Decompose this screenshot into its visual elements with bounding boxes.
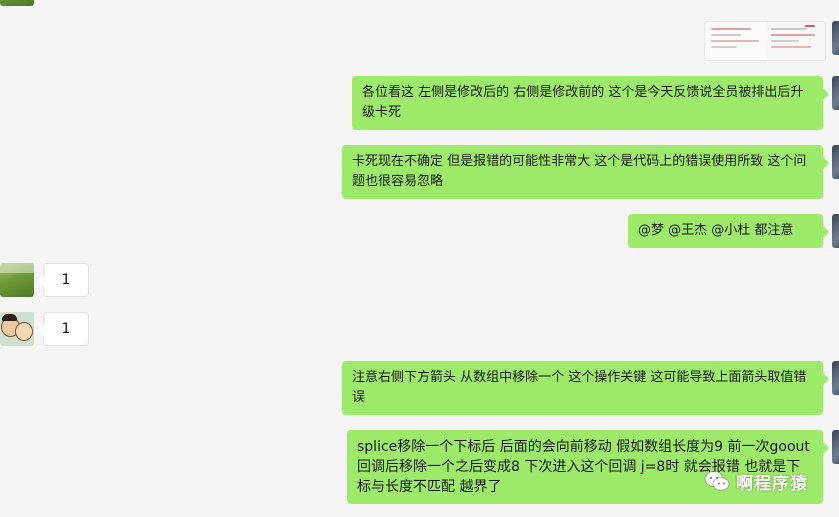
message-bubble[interactable]: 卡死现在不确定 但是报错的可能性非常大 这个是代码上的错误使用所致 这个问题也很… xyxy=(342,145,829,199)
wechat-icon xyxy=(704,471,730,491)
watermark-label: 啊程序猿 xyxy=(736,473,808,494)
avatar[interactable] xyxy=(0,0,34,6)
message-bubble[interactable]: 1 xyxy=(38,263,89,297)
avatar[interactable] xyxy=(832,21,839,55)
message-bubble[interactable]: 各位看这 左侧是修改后的 右侧是修改前的 这个是今天反馈说全员被排出后升级卡死 xyxy=(352,76,829,130)
message-text: 注意右侧下方箭头 从数组中移除一个 这个操作关键 这可能导致上面箭头取值错误 xyxy=(352,370,807,405)
avatar-hair xyxy=(2,314,17,321)
avatar-face xyxy=(15,322,33,341)
message-bubble[interactable]: 1 xyxy=(38,312,89,346)
avatar[interactable] xyxy=(832,430,839,464)
avatar[interactable] xyxy=(832,361,839,395)
message-bubble[interactable]: 注意右侧下方箭头 从数组中移除一个 这个操作关键 这可能导致上面箭头取值错误 xyxy=(342,361,829,415)
avatar[interactable] xyxy=(832,145,839,179)
avatar[interactable] xyxy=(0,263,34,297)
message-text: @梦 @王杰 @小杜 都注意 xyxy=(638,223,794,238)
message-text: 卡死现在不确定 但是报错的可能性非常大 这个是代码上的错误使用所致 这个问题也很… xyxy=(352,154,807,189)
avatar[interactable] xyxy=(832,214,839,248)
avatar[interactable] xyxy=(832,76,839,110)
image-message[interactable] xyxy=(704,21,826,61)
message-bubble[interactable]: @梦 @王杰 @小杜 都注意 xyxy=(628,214,829,248)
avatar[interactable] xyxy=(0,312,34,346)
message-text: 1 xyxy=(61,321,71,337)
watermark: 啊程序猿 xyxy=(704,467,808,495)
message-text: 1 xyxy=(61,272,71,288)
message-text: 各位看这 左侧是修改后的 右侧是修改前的 这个是今天反馈说全员被排出后升级卡死 xyxy=(362,85,804,120)
